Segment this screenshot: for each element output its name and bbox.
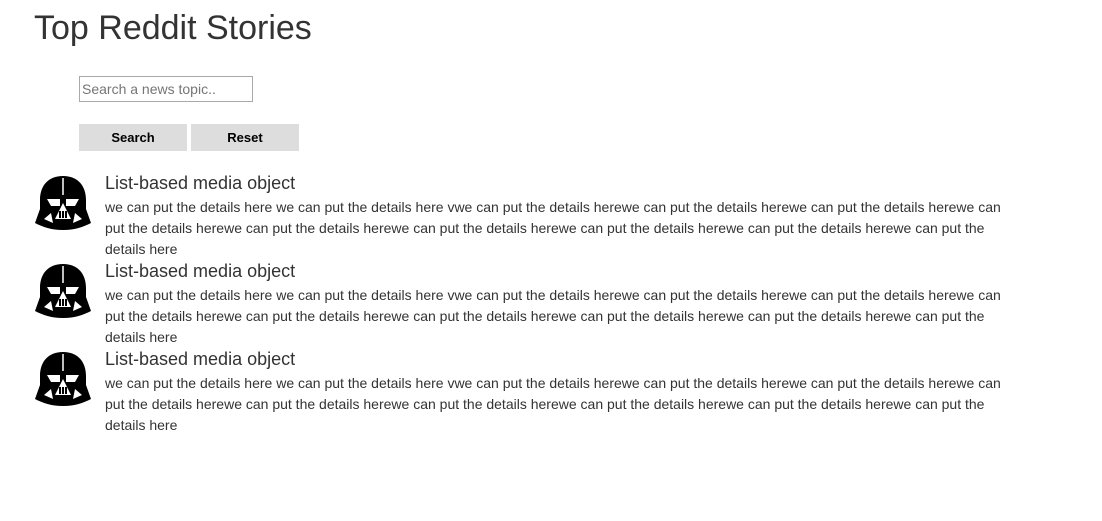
search-input[interactable] [79,76,253,102]
list-item: List-based media object we can put the d… [33,347,1033,435]
story-heading: List-based media object [105,173,296,193]
story-details: we can put the details here we can put t… [105,199,1001,257]
list-item: List-based media object we can put the d… [33,171,1033,259]
list-item: List-based media object we can put the d… [33,259,1033,347]
darth-vader-icon [35,176,91,230]
darth-vader-icon [35,352,91,406]
stories-list: List-based media object we can put the d… [33,171,1033,435]
search-button[interactable]: Search [79,124,187,151]
reset-button[interactable]: Reset [191,124,299,151]
story-heading: List-based media object [105,349,296,369]
story-details: we can put the details here we can put t… [105,287,1001,345]
media-body: List-based media object we can put the d… [105,171,1005,260]
darth-vader-icon [35,264,91,318]
media-body: List-based media object we can put the d… [105,347,1005,436]
page-title: Top Reddit Stories [34,9,312,47]
story-details: we can put the details here we can put t… [105,375,1001,433]
media-body: List-based media object we can put the d… [105,259,1005,348]
story-heading: List-based media object [105,261,296,281]
